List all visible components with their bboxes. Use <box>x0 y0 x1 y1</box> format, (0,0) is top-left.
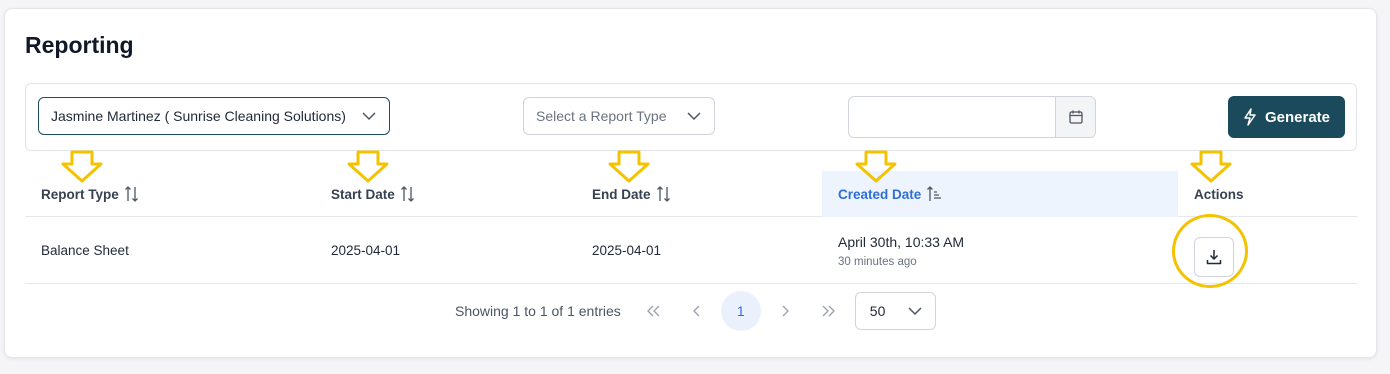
annotation-arrow-icon <box>347 150 389 183</box>
chevron-left-icon <box>692 305 700 317</box>
sort-icon <box>124 186 138 202</box>
report-type-placeholder: Select a Report Type <box>536 108 667 124</box>
pagination-summary: Showing 1 to 1 of 1 entries <box>455 303 621 319</box>
header-label: End Date <box>592 186 651 202</box>
page-title: Reporting <box>25 32 134 58</box>
chevron-down-icon <box>908 307 922 316</box>
reporting-card: Reporting Jasmine Martinez ( Sunrise Cle… <box>4 8 1377 358</box>
annotation-arrow-icon <box>608 150 650 183</box>
calendar-button[interactable] <box>1055 97 1095 137</box>
filter-bar: Jasmine Martinez ( Sunrise Cleaning Solu… <box>25 83 1357 151</box>
lightning-bolt-icon <box>1244 108 1256 126</box>
header-label: Actions <box>1194 186 1244 202</box>
report-type-select[interactable]: Select a Report Type <box>523 97 715 135</box>
pagination: Showing 1 to 1 of 1 entries 1 50 <box>455 291 936 331</box>
cell-start-date: 2025-04-01 <box>331 243 401 258</box>
created-relative: 30 minutes ago <box>838 255 917 268</box>
double-chevron-right-icon <box>822 305 835 317</box>
annotation-arrow-icon <box>855 150 897 183</box>
calendar-icon <box>1068 110 1083 124</box>
next-page-button[interactable] <box>765 291 805 331</box>
generate-button[interactable]: Generate <box>1228 96 1345 138</box>
annotation-circle <box>1172 214 1248 288</box>
sort-icon <box>400 186 414 202</box>
chevron-down-icon <box>362 112 376 121</box>
chevron-down-icon <box>687 112 701 121</box>
header-label: Start Date <box>331 186 395 202</box>
page-size-select[interactable]: 50 <box>854 292 936 330</box>
header-label: Report Type <box>41 186 119 202</box>
sort-ascending-icon <box>927 186 942 201</box>
prev-page-button[interactable] <box>677 291 717 331</box>
table-row: Balance Sheet 2025-04-01 2025-04-01 Apri… <box>25 217 1357 284</box>
date-input[interactable] <box>849 97 1055 137</box>
sort-icon <box>656 186 670 202</box>
chevron-right-icon <box>782 305 789 317</box>
customer-select[interactable]: Jasmine Martinez ( Sunrise Cleaning Solu… <box>38 97 390 135</box>
header-label: Created Date <box>838 186 922 202</box>
date-range-picker[interactable] <box>848 96 1096 138</box>
annotation-arrow-icon <box>1190 150 1232 183</box>
annotation-arrow-icon <box>61 150 103 183</box>
customer-select-value: Jasmine Martinez ( Sunrise Cleaning Solu… <box>51 108 346 124</box>
page-size-value: 50 <box>869 303 886 319</box>
cell-created-date: April 30th, 10:33 AM 30 minutes ago <box>838 217 964 284</box>
generate-label: Generate <box>1264 108 1331 126</box>
table-header: Report Type Start Date End Date Created … <box>25 171 1357 217</box>
double-chevron-left-icon <box>646 305 660 317</box>
cell-report-type: Balance Sheet <box>41 243 129 258</box>
page-1-button[interactable]: 1 <box>720 291 761 331</box>
cell-end-date: 2025-04-01 <box>592 243 662 258</box>
last-page-button[interactable] <box>809 291 849 331</box>
created-datetime: April 30th, 10:33 AM <box>838 233 965 250</box>
first-page-button[interactable] <box>633 291 673 331</box>
